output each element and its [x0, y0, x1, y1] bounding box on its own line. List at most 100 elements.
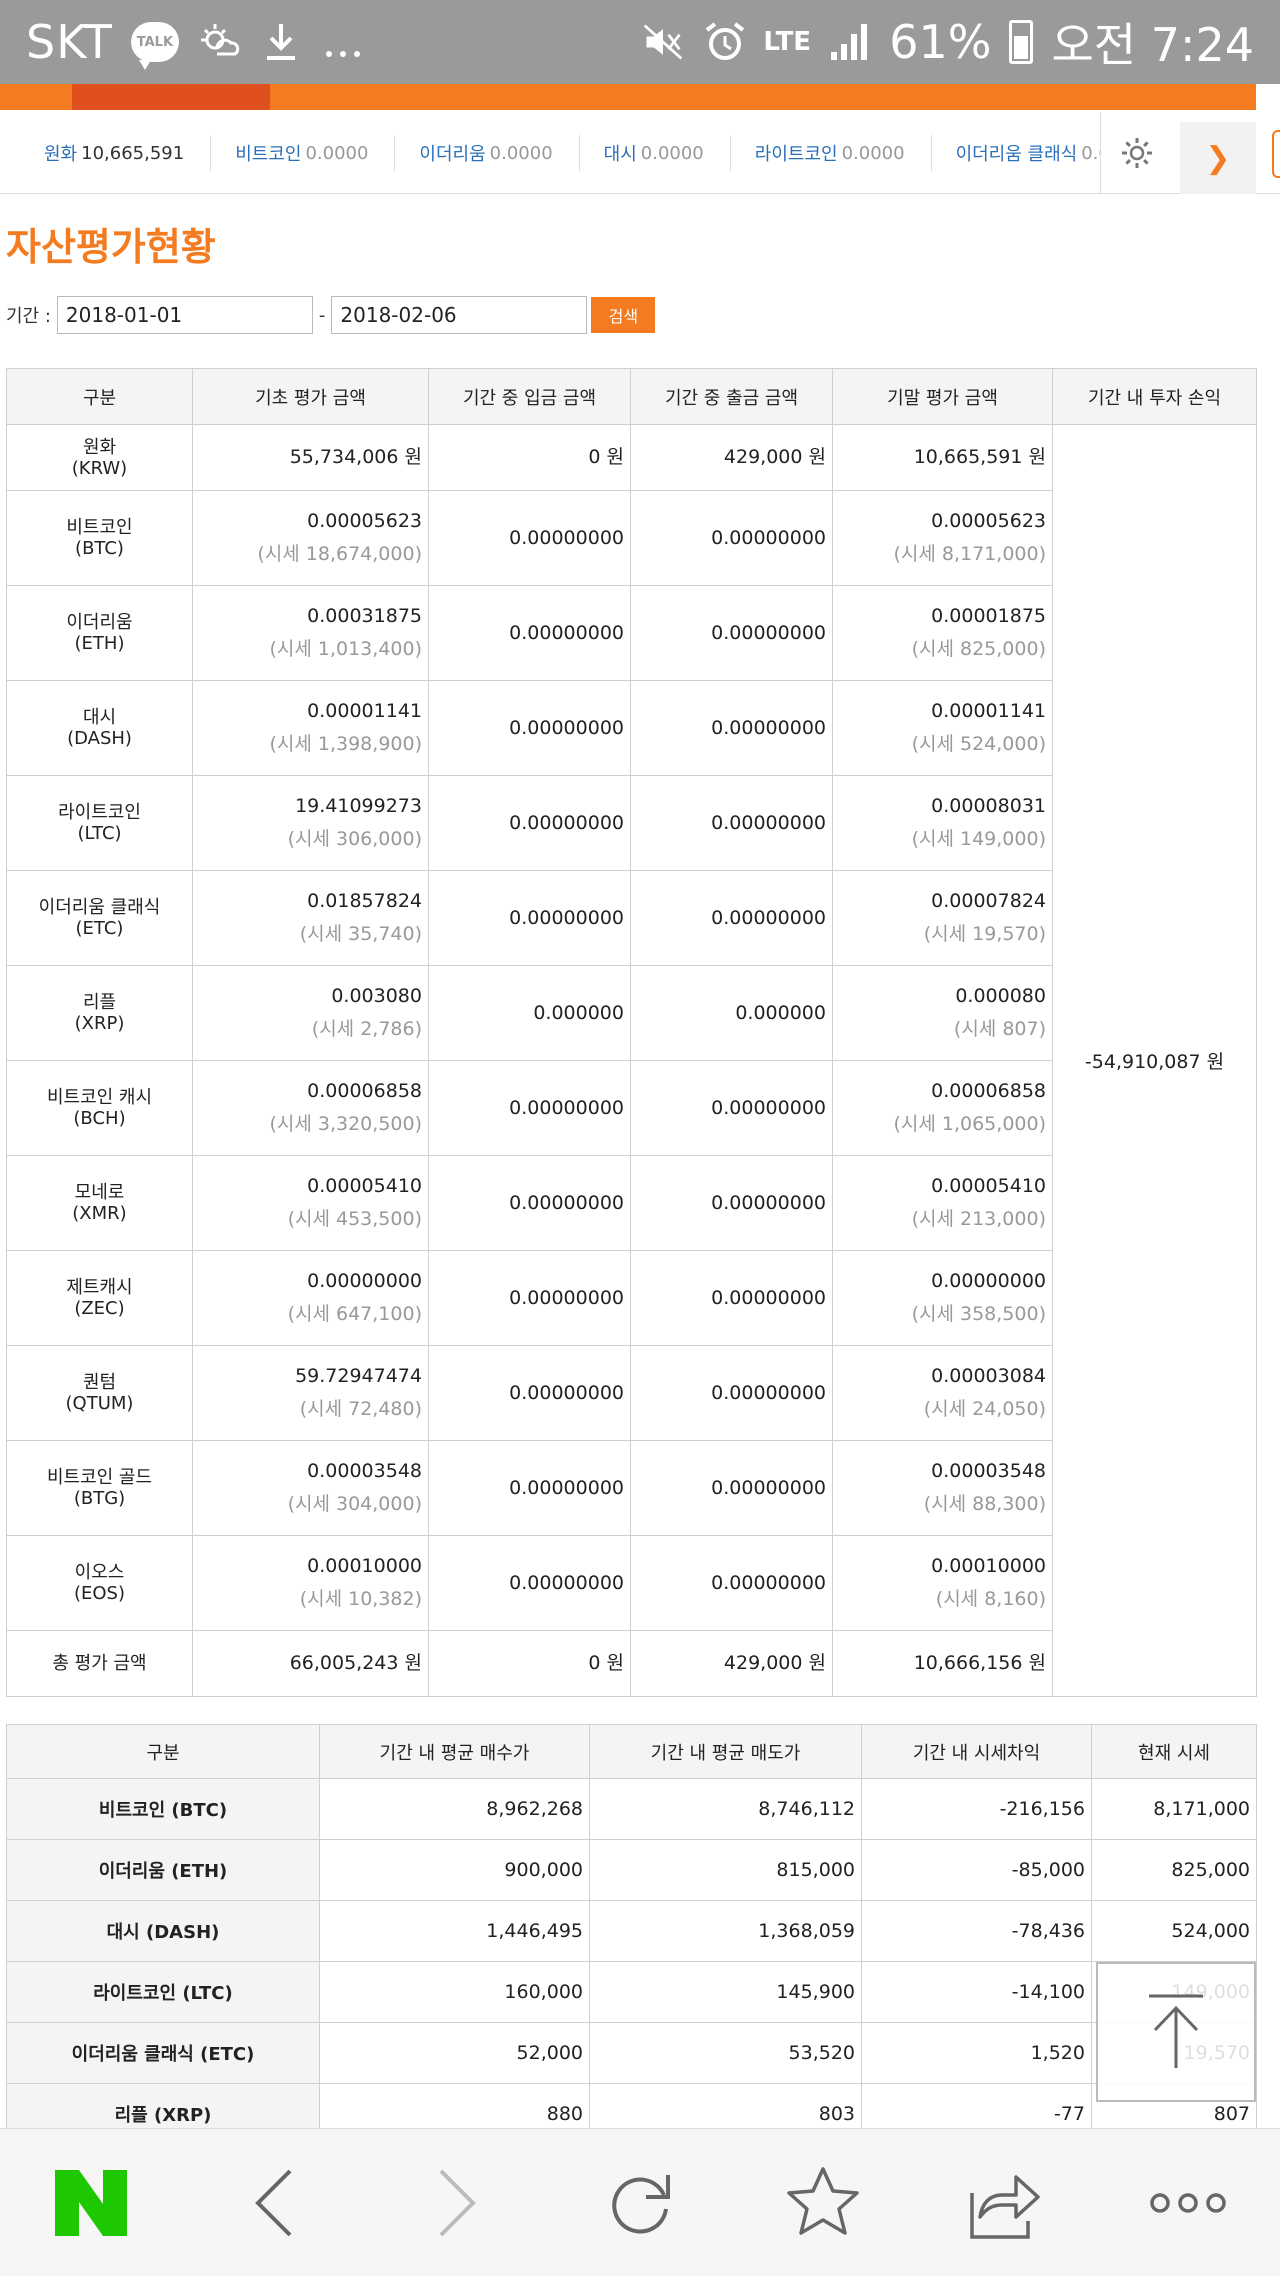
- forward-button[interactable]: [402, 2148, 512, 2258]
- main-nav-bar[interactable]: [0, 84, 1256, 110]
- ticker-item[interactable]: 원화 10,665,591: [0, 135, 212, 171]
- ticker-coin-value: 0.0000: [305, 142, 369, 164]
- end-amount: 0.00001875: [931, 605, 1046, 627]
- status-bar: SKT TALK LTE 61% 오전 7:24: [0, 0, 1280, 84]
- begin-price: (시세 35,740): [299, 923, 422, 945]
- begin-amount: 0.00003548: [307, 1460, 422, 1482]
- period-dash: -: [318, 304, 326, 326]
- total-deposit-value: 0 원: [428, 1630, 631, 1697]
- ticker-edge-tab[interactable]: [1272, 130, 1280, 178]
- coin-name: 리플: [82, 992, 117, 1013]
- total-withdraw-value: 429,000 원: [630, 1630, 833, 1697]
- current-price-value: 8,171,000: [1091, 1778, 1257, 1840]
- bookmark-button[interactable]: [768, 2148, 878, 2258]
- end-amount: 0.00005623: [931, 510, 1046, 532]
- begin-price: (시세 647,100): [287, 1303, 422, 1325]
- begin-value: 59.72947474 (시세 72,480): [192, 1345, 429, 1441]
- avg-buy-value: 1,446,495: [319, 1900, 590, 1962]
- more-menu-button[interactable]: [1133, 2148, 1243, 2258]
- ticker-item[interactable]: 이더리움 0.0000: [395, 135, 580, 171]
- end-value: 0.000080 (시세 807): [832, 965, 1053, 1061]
- begin-amount: 0.00010000: [307, 1555, 422, 1577]
- end-price: (시세 24,050): [923, 1398, 1046, 1420]
- withdraw-value: 429,000 원: [630, 424, 833, 491]
- begin-amount: 0.00006858: [307, 1080, 422, 1102]
- more-dots-icon: [321, 20, 365, 64]
- begin-value: 0.00005623 (시세 18,674,000): [192, 490, 429, 586]
- end-amount: 0.00003548: [931, 1460, 1046, 1482]
- end-amount: 0.00003084: [931, 1365, 1046, 1387]
- end-value: 10,665,591 원: [832, 424, 1053, 491]
- end-price: (시세 807): [953, 1018, 1046, 1040]
- begin-value: 0.00005410 (시세 453,500): [192, 1155, 429, 1251]
- withdraw-value: 0.00000000: [630, 490, 833, 586]
- ticker-coin-name: 비트코인: [235, 144, 302, 165]
- end-price: (시세 8,160): [935, 1588, 1046, 1610]
- begin-amount: 0.00001141: [307, 700, 422, 722]
- refresh-button[interactable]: [585, 2148, 695, 2258]
- begin-price: (시세 1,398,900): [269, 733, 422, 755]
- end-date-input[interactable]: [331, 296, 588, 334]
- back-button[interactable]: [219, 2148, 329, 2258]
- asset-evaluation-table: 구분 기초 평가 금액 기간 중 입금 금액 기간 중 출금 금액 기말 평가 …: [6, 368, 1257, 1697]
- avg-sell-value: 8,746,112: [589, 1778, 862, 1840]
- ticker-item[interactable]: 비트코인 0.0000: [211, 135, 396, 171]
- price-diff-value: -85,000: [861, 1839, 1092, 1901]
- coin-name: 원화: [82, 436, 117, 458]
- profit-loss-value: -54,910,087 원: [1052, 424, 1257, 1697]
- search-button[interactable]: 검색: [591, 297, 656, 333]
- ticker-item[interactable]: 라이트코인 0.0000: [731, 135, 932, 171]
- end-value: 0.00003548 (시세 88,300): [832, 1440, 1053, 1536]
- coin-code: (XMR): [72, 1203, 127, 1224]
- main-nav-active-tab[interactable]: [72, 84, 270, 110]
- begin-price: (시세 18,674,000): [257, 543, 422, 565]
- settings-button[interactable]: [1100, 112, 1172, 194]
- withdraw-value: 0.00000000: [630, 1535, 833, 1631]
- coin-cell: 원화 (KRW): [6, 424, 193, 491]
- total-begin-value: 66,005,243 원: [192, 1630, 429, 1697]
- deposit-value: 0.00000000: [428, 490, 631, 586]
- table-row: 이더리움 (ETH) 900,000 815,000 -85,000 825,000: [6, 1839, 1257, 1901]
- deposit-value: 0.00000000: [428, 585, 631, 681]
- deposit-value: 0.00000000: [428, 1060, 631, 1156]
- price-diff-value: 1,520: [861, 2022, 1092, 2084]
- coin-cell: 제트캐시 (ZEC): [6, 1250, 193, 1346]
- start-date-input[interactable]: [56, 296, 313, 334]
- end-price: (시세 88,300): [923, 1493, 1046, 1515]
- end-amount: 0.00006858: [931, 1080, 1046, 1102]
- begin-amount: 0.00000000: [307, 1270, 422, 1292]
- end-amount: 0.00000000: [931, 1270, 1046, 1292]
- withdraw-value: 0.00000000: [630, 1440, 833, 1536]
- ticker-next-button[interactable]: ❯: [1180, 122, 1256, 194]
- ticker-item[interactable]: 대시 0.0000: [580, 135, 731, 171]
- arrow-up-icon: [1149, 1994, 1203, 2068]
- deposit-value: 0.00000000: [428, 680, 631, 776]
- coin-code: (DASH): [67, 728, 132, 749]
- withdraw-value: 0.00000000: [630, 1155, 833, 1251]
- alarm-icon: [703, 20, 747, 64]
- ticker-coin-name: 이더리움 클래식: [955, 144, 1078, 165]
- begin-price: (시세 304,000): [287, 1493, 422, 1515]
- coin-cell: 라이트코인 (LTC): [6, 775, 193, 871]
- end-amount: 0.00005410: [931, 1175, 1046, 1197]
- ticker-item[interactable]: 이더리움 클래식0.0000: [932, 135, 1100, 171]
- browser-toolbar: [0, 2128, 1280, 2276]
- begin-value: 0.00010000 (시세 10,382): [192, 1535, 429, 1631]
- bookmark-star-icon: [787, 2166, 859, 2235]
- end-value: 0.00000000 (시세 358,500): [832, 1250, 1053, 1346]
- withdraw-value: 0.00000000: [630, 775, 833, 871]
- price-diff-value: -14,100: [861, 1961, 1092, 2023]
- avg-buy-value: 900,000: [319, 1839, 590, 1901]
- kakaotalk-icon: TALK: [130, 22, 179, 70]
- end-price: (시세 8,171,000): [893, 543, 1046, 565]
- share-button[interactable]: [951, 2148, 1061, 2258]
- avg-sell-value: 1,368,059: [589, 1900, 862, 1962]
- end-value: 0.00001141 (시세 524,000): [832, 680, 1053, 776]
- end-price: (시세 524,000): [911, 733, 1046, 755]
- scroll-to-top-button[interactable]: [1096, 1962, 1256, 2102]
- naver-home-button[interactable]: [36, 2148, 146, 2258]
- withdraw-value: 0.00000000: [630, 680, 833, 776]
- end-amount: 0.00008031: [931, 795, 1046, 817]
- end-price: (시세 1,065,000): [893, 1113, 1046, 1135]
- ticker-coin-value: 10,665,591: [81, 142, 185, 164]
